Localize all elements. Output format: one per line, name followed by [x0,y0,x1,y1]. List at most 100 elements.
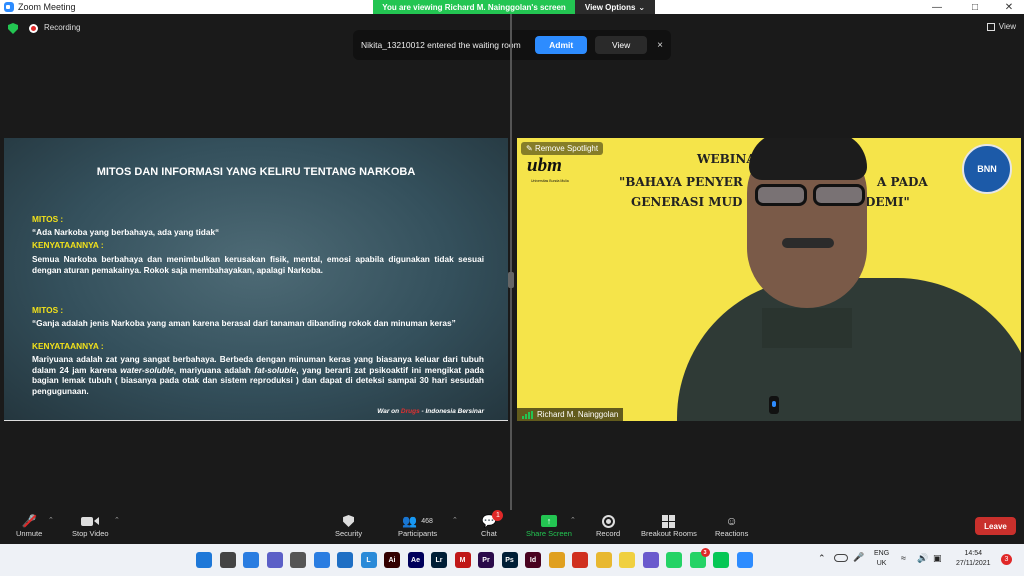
mcafee-icon[interactable]: M [454,552,471,568]
video-options-caret[interactable]: ⌃ [114,516,120,524]
lapel-mic-icon [769,396,779,414]
participants-label: Participants [398,529,438,538]
share-options-caret[interactable]: ⌃ [570,516,576,524]
split-view-divider[interactable] [510,14,512,510]
line-icon[interactable] [713,552,729,568]
speaker-hair [749,138,867,180]
reactions-label: Reactions [715,529,749,538]
maximize-icon[interactable]: □ [960,0,990,14]
whatsapp-beta-icon[interactable]: 3 [689,548,710,568]
security-shield-icon [343,513,355,529]
muted-mic-icon: 🎤 [22,513,37,529]
windows-taskbar: ⌃ 🎤 ENG UK ≈ 🔊 ▣ 14:54 27/11/2021 3 L Ai Ae L… [0,544,1024,576]
volume-icon[interactable]: 🔊 [917,553,928,564]
audio-options-caret[interactable]: ⌃ [48,516,54,524]
stop-video-label: Stop Video [72,529,109,538]
reactions-button[interactable]: ☺ Reactions [715,513,748,538]
unmute-button[interactable]: 🎤 Unmute [16,513,42,538]
minimize-icon[interactable]: — [922,0,952,14]
language-indicator[interactable]: ENG UK [874,549,889,569]
chevron-down-icon: ⌄ [638,2,646,12]
ubm-logo: ubm [527,155,562,176]
record-label: Record [596,529,621,538]
view-options-button[interactable]: View Options ⌄ [575,0,655,14]
premiere-icon[interactable]: Pr [478,552,494,568]
whatsapp-icon[interactable] [666,552,682,568]
myth-label-2: MITOS : [32,305,64,315]
notes-icon[interactable] [619,552,635,568]
chrome-alt-icon[interactable] [572,552,588,568]
chat-badge: 1 [492,510,504,521]
clock-time: 14:54 [964,550,983,557]
store-icon[interactable] [313,552,330,568]
bnn-logo: BNN [962,144,1012,194]
view-options-label: View Options [584,2,636,12]
chat-button[interactable]: 💬 1 Chat [481,510,504,538]
mail-icon[interactable] [337,552,353,568]
chat-label: Chat [481,529,497,538]
zoom-window: Zoom Meeting — □ ✕ You are viewing Richa… [0,0,1024,576]
chat-bubble-icon: 💬 1 [481,510,504,529]
myth-label-1: MITOS : [32,214,64,224]
whiteboard-icon[interactable] [243,552,259,568]
illustrator-icon[interactable]: Ai [384,552,400,568]
wifi-icon[interactable]: ≈ [901,553,906,563]
participants-options-caret[interactable]: ⌃ [452,516,458,524]
encryption-shield-icon[interactable] [8,23,18,34]
admit-button[interactable]: Admit [535,36,588,54]
share-screen-button[interactable]: ↑ Share Screen [526,513,572,538]
chrome-icon[interactable] [548,552,565,568]
notification-center-badge[interactable]: 3 [1001,554,1012,565]
toggle-icon[interactable] [834,554,848,562]
meeting-toolbar: 🎤 Unmute ⌃ Stop Video ⌃ Security 👥468 Pa… [0,510,1024,544]
spotlight-video: ubm Universitas Bunda Mulia WEBINA "BAHA… [517,138,1021,421]
view-waiting-room-button[interactable]: View [595,36,648,54]
view-layout-label: View [998,22,1016,31]
pin-icon: ✎ [526,144,535,153]
photoshop-icon[interactable]: Ps [501,552,518,568]
tray-overflow-icon[interactable]: ⌃ [818,553,826,564]
fact-text-2: Mariyuana adalah zat yang sangat berbaha… [32,354,484,396]
launcher-icon[interactable]: L [360,552,377,568]
zoom-app-icon[interactable] [736,552,753,568]
speaker-glasses [755,184,865,206]
security-label: Security [335,529,363,538]
participants-button[interactable]: 👥 468 Participants [398,513,437,538]
participant-name: Richard M. Nainggolan [537,410,619,419]
close-notification-icon[interactable]: × [657,40,663,51]
remove-spotlight-button[interactable]: ✎ Remove Spotlight [521,142,604,155]
clock[interactable]: 14:54 27/11/2021 [956,549,991,569]
task-view-icon[interactable] [219,552,236,568]
windows-start-icon[interactable] [196,552,212,568]
ubm-logo-subtitle: Universitas Bunda Mulia [531,179,569,183]
view-layout-button[interactable]: View [986,22,1016,31]
record-icon [601,513,615,529]
record-button[interactable]: Record [596,513,620,538]
battery-icon[interactable]: ▣ [933,553,942,564]
close-window-icon[interactable]: ✕ [994,0,1024,14]
emoji-icon: ☺ [725,514,738,528]
participants-count: 468 [421,517,433,525]
grid-view-icon [986,22,995,31]
lightroom-icon[interactable]: Lr [431,552,447,568]
calculator-icon[interactable] [290,552,306,568]
after-effects-icon[interactable]: Ae [407,552,424,568]
indesign-icon[interactable]: Id [525,552,541,568]
share-screen-icon: ↑ [540,513,557,529]
stop-video-button[interactable]: Stop Video [72,513,109,538]
mic-tray-icon[interactable]: 🎤 [853,552,864,563]
fact-label-1: KENYATAANNYA : [32,240,104,250]
slide-footer: War on Drugs - Indonesia Bersinar [377,408,484,415]
breakout-rooms-icon [662,513,676,529]
webinar-banner-subtitle-end: DEMI" [865,195,910,209]
fact-label-2: KENYATAANNYA : [32,341,104,351]
leave-button[interactable]: Leave [975,517,1016,535]
breakout-rooms-button[interactable]: Breakout Rooms [641,513,697,538]
speaker-body [677,278,1021,421]
file-explorer-icon[interactable] [595,552,612,568]
messenger-icon[interactable] [642,552,659,568]
video-camera-icon [81,513,100,529]
security-button[interactable]: Security [335,513,362,538]
split-view-handle[interactable] [508,272,514,288]
teams-icon[interactable] [266,552,283,568]
